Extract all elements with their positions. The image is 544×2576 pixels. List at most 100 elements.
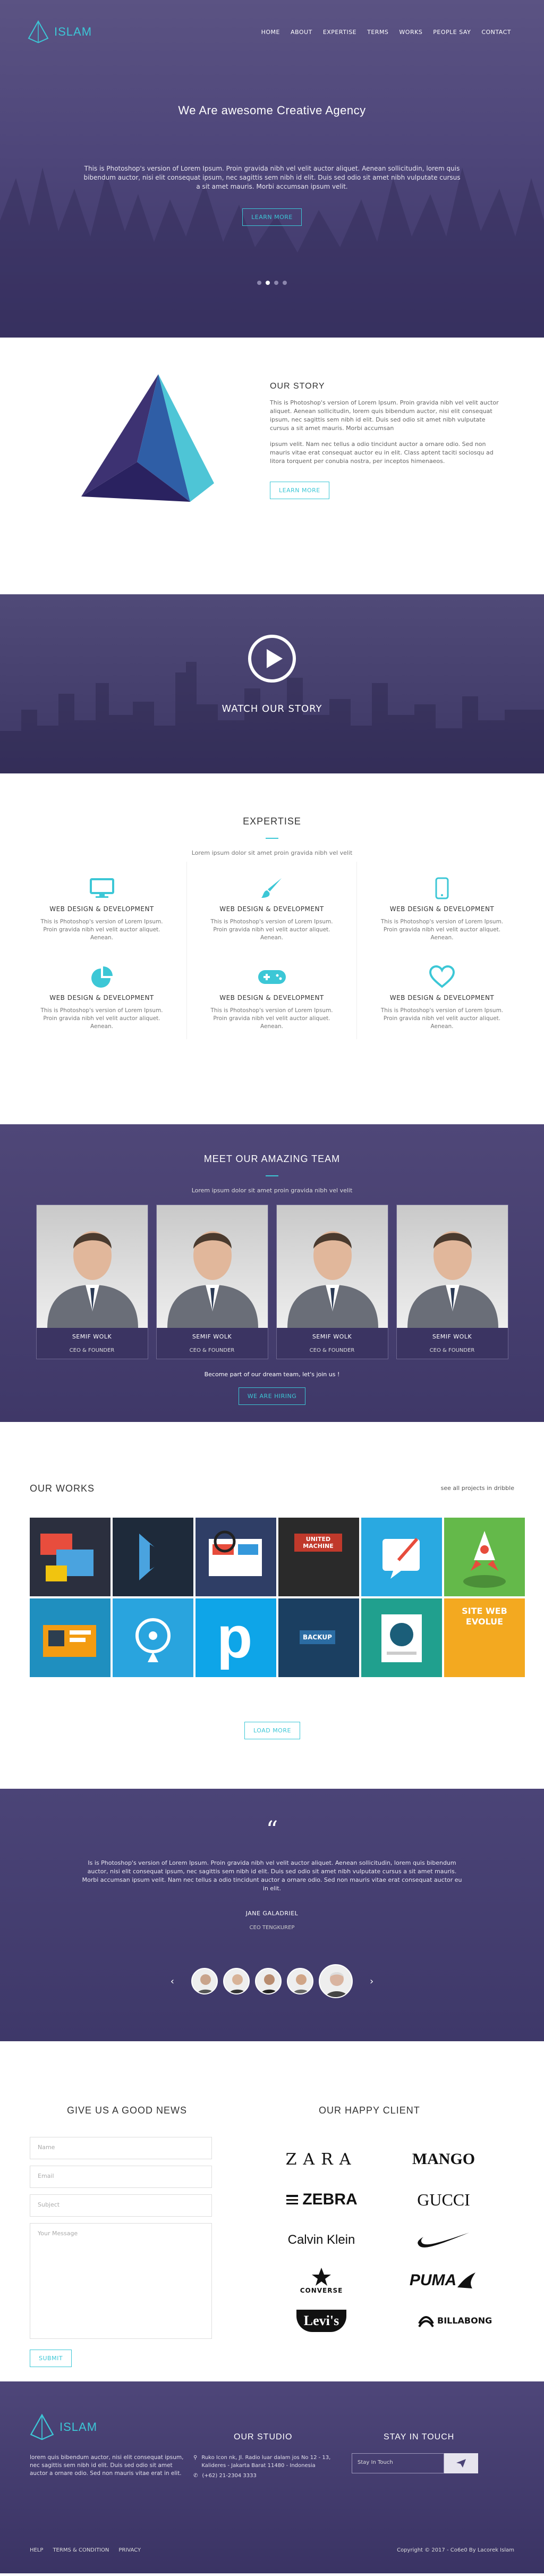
expertise-subtitle: Lorem ipsum dolor sit amet proin gravida…	[191, 849, 353, 856]
nav-contact[interactable]: CONTACT	[481, 29, 511, 36]
copyright-text: Copyright © 2017 - Co6e0 By Lacorek Isla…	[397, 2547, 514, 2553]
work-thumbnail[interactable]: UNITED MACHINE	[278, 1518, 359, 1596]
footer-link-terms[interactable]: TERMS & CONDITION	[53, 2547, 109, 2553]
testimonial-name: JANE GALADRIEL	[245, 1910, 299, 1917]
subscribe-form: Stay In Touch	[352, 2453, 478, 2473]
nav-home[interactable]: HOME	[261, 29, 280, 36]
avatar[interactable]	[191, 1968, 218, 1994]
work-thumbnail[interactable]	[444, 1518, 525, 1596]
title-divider	[266, 1175, 278, 1176]
clients-title: OUR HAPPY CLIENT	[319, 2105, 420, 2116]
hero-content: We Are awesome Creative Agency This is P…	[0, 104, 544, 226]
work-thumbnail[interactable]: BACKUP	[278, 1598, 359, 1677]
brand-name: ISLAM	[54, 25, 92, 38]
team-member-card[interactable]: SEMIF WOLK CEO & FOUNDER	[156, 1205, 268, 1359]
contact-form: Name Email Subject Your Message SUBMIT	[30, 2137, 212, 2367]
name-field[interactable]: Name	[30, 2137, 212, 2159]
expertise-grid: WEB DESIGN & DEVELOPMENT This is Photosh…	[17, 862, 527, 1039]
expertise-item: WEB DESIGN & DEVELOPMENT This is Photosh…	[17, 950, 187, 1039]
footer-link-privacy[interactable]: PRIVACY	[118, 2547, 141, 2553]
send-button[interactable]	[444, 2453, 478, 2473]
work-thumbnail[interactable]	[30, 1518, 110, 1596]
submit-button[interactable]: SUBMIT	[30, 2350, 72, 2367]
expertise-item: WEB DESIGN & DEVELOPMENT This is Photosh…	[187, 862, 357, 950]
prev-arrow-icon[interactable]: ‹	[171, 1976, 174, 1987]
team-member-card[interactable]: SEMIF WOLK CEO & FOUNDER	[36, 1205, 148, 1359]
avatar-active[interactable]	[319, 1964, 353, 1998]
story-learn-more-button[interactable]: LEARN MORE	[270, 482, 329, 499]
expertise-item-title: WEB DESIGN & DEVELOPMENT	[389, 905, 495, 913]
email-field[interactable]: Email	[30, 2166, 212, 2188]
work-thumbnail[interactable]: SITE WEB EVOLUE	[444, 1598, 525, 1677]
member-role: CEO & FOUNDER	[189, 1348, 235, 1353]
work-thumbnail[interactable]	[30, 1598, 110, 1677]
hero-learn-more-button[interactable]: LEARN MORE	[242, 208, 302, 226]
expertise-item-text: This is Photoshop's version of Lorem Ips…	[380, 919, 504, 941]
work-thumbnail[interactable]	[361, 1518, 442, 1596]
studio-title: OUR STUDIO	[234, 2432, 293, 2442]
video-section: WATCH OUR STORY	[0, 594, 544, 773]
testimonial-avatars: ‹ ›	[0, 1964, 544, 1998]
hiring-button[interactable]: WE ARE HIRING	[238, 1387, 306, 1405]
client-logo-nike	[382, 2220, 505, 2260]
work-thumbnail-label: SITE WEB EVOLUE	[462, 1606, 507, 1627]
testimonial-text: Is is Photoshop's version of Lorem Ipsum…	[82, 1859, 462, 1892]
play-video-icon[interactable]	[248, 634, 296, 683]
slider-dot[interactable]	[274, 281, 278, 285]
pie-chart-icon	[91, 966, 113, 988]
team-member-card[interactable]: SEMIF WOLK CEO & FOUNDER	[276, 1205, 388, 1359]
nav-about[interactable]: ABOUT	[291, 29, 312, 36]
nav-works[interactable]: WORKS	[399, 29, 422, 36]
story-paragraph-1: This is Photoshop's version of Lorem Ips…	[270, 399, 499, 432]
nav-people-say[interactable]: PEOPLE SAY	[433, 29, 471, 36]
expertise-item-title: WEB DESIGN & DEVELOPMENT	[219, 994, 324, 1001]
slider-dot-active[interactable]	[266, 281, 270, 285]
stay-in-touch-title: STAY IN TOUCH	[384, 2432, 455, 2442]
work-thumbnail[interactable]	[196, 1518, 276, 1596]
expertise-item: WEB DESIGN & DEVELOPMENT This is Photosh…	[187, 950, 357, 1039]
work-thumbnail-label: BACKUP	[300, 1630, 335, 1644]
phone-icon: ✆	[193, 2473, 198, 2479]
expertise-item-text: This is Photoshop's version of Lorem Ips…	[40, 1007, 163, 1030]
next-arrow-icon[interactable]: ›	[370, 1976, 373, 1987]
quote-icon: “	[266, 1816, 278, 1843]
paper-plane-icon	[456, 2459, 466, 2468]
gamepad-icon	[258, 970, 286, 984]
footer-logo[interactable]: ISLAM	[30, 2413, 97, 2441]
work-thumbnail[interactable]	[113, 1598, 193, 1677]
subject-field[interactable]: Subject	[30, 2194, 212, 2217]
avatar[interactable]	[255, 1968, 282, 1994]
work-thumbnail-label: UNITED MACHINE	[294, 1534, 342, 1552]
hero-section: ISLAM HOME ABOUT EXPERTISE TERMS WORKS P…	[0, 0, 544, 338]
main-menu: HOME ABOUT EXPERTISE TERMS WORKS PEOPLE …	[261, 29, 511, 36]
subscribe-input[interactable]: Stay In Touch	[352, 2453, 444, 2473]
member-name: SEMIF WOLK	[72, 1333, 112, 1340]
team-member-card[interactable]: SEMIF WOLK CEO & FOUNDER	[396, 1205, 508, 1359]
work-thumbnail[interactable]	[113, 1518, 193, 1596]
slider-dot[interactable]	[283, 281, 287, 285]
nav-expertise[interactable]: EXPERTISE	[323, 29, 356, 36]
work-thumbnail[interactable]: p	[196, 1598, 276, 1677]
works-title: OUR WORKS	[30, 1483, 95, 1494]
footer-link-help[interactable]: HELP	[30, 2547, 43, 2553]
nav-terms[interactable]: TERMS	[367, 29, 388, 36]
message-field[interactable]: Your Message	[30, 2223, 212, 2339]
expertise-item: WEB DESIGN & DEVELOPMENT This is Photosh…	[357, 862, 527, 950]
client-logo-gucci: GUCCI	[417, 2190, 470, 2209]
title-divider	[266, 838, 278, 839]
phone-icon	[435, 877, 449, 899]
see-all-projects-link[interactable]: see all projects in dribble	[441, 1485, 514, 1492]
load-more-button[interactable]: LOAD MORE	[244, 1722, 300, 1739]
avatar[interactable]	[287, 1968, 313, 1994]
slider-dot[interactable]	[257, 281, 261, 285]
expertise-item: WEB DESIGN & DEVELOPMENT This is Photosh…	[17, 862, 187, 950]
work-thumbnail[interactable]	[361, 1598, 442, 1677]
contact-clients-section: GIVE US A GOOD NEWS Name Email Subject Y…	[0, 2041, 544, 2381]
footer-bottom-bar: HELP TERMS & CONDITION PRIVACY Copyright…	[0, 2547, 544, 2553]
works-grid: UNITED MACHINE p BACKUP SITE WEB EVOLUE	[30, 1518, 525, 1677]
client-logo-zebra: ZEBRA	[260, 2179, 382, 2220]
member-role: CEO & FOUNDER	[69, 1348, 115, 1353]
team-title: MEET OUR AMAZING TEAM	[203, 1154, 341, 1164]
avatar[interactable]	[223, 1968, 250, 1994]
brand-logo[interactable]: ISLAM	[28, 20, 92, 44]
